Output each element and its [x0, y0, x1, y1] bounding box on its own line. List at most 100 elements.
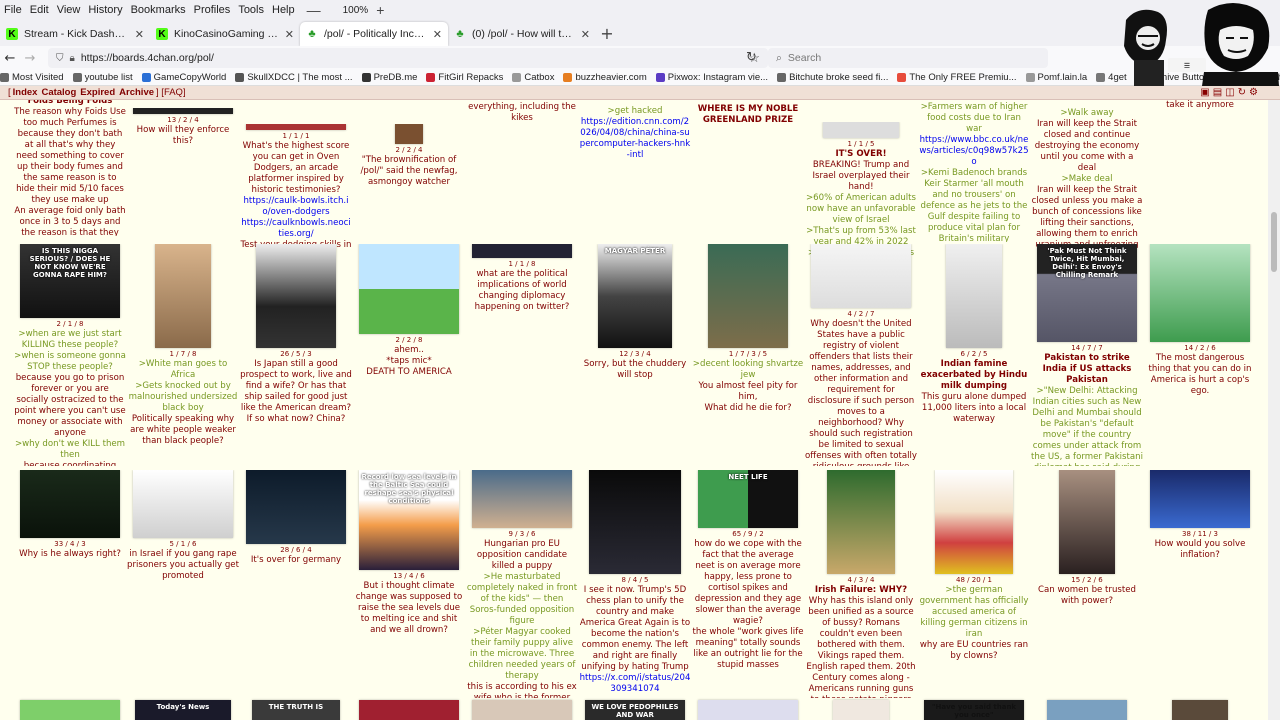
catalog-thread[interactable]: 13 / 2 / 4 How will they enforce this?: [127, 108, 239, 248]
thread-thumbnail[interactable]: [1059, 470, 1115, 574]
catalog-thread[interactable]: 26 / 5 / 3 Is Japan still a good prospect…: [240, 244, 352, 466]
catalog-thread[interactable]: 1 / 1 / 1 What's the highest score you ca…: [240, 124, 352, 264]
thread-thumbnail[interactable]: [155, 244, 211, 348]
tab-kinocasino[interactable]: K KinoCasinoGaming - Watch the ✕: [150, 22, 300, 46]
menu-tools[interactable]: Tools: [234, 4, 268, 16]
thread-thumbnail[interactable]: [472, 244, 572, 258]
thread-thumbnail[interactable]: Record low sea levels in the Baltic Sea …: [359, 470, 459, 570]
tab-pol-thread[interactable]: ♣ (0) /pol/ - How will they enforce ✕: [448, 22, 596, 46]
menu-edit[interactable]: Edit: [26, 4, 53, 16]
menu-file[interactable]: File: [0, 4, 26, 16]
menu-help[interactable]: Help: [268, 4, 299, 16]
nav-link-archive[interactable]: Archive: [119, 87, 154, 98]
thread-thumbnail[interactable]: 'Pak Must Not Think Twice, Hit Mumbai, D…: [1037, 244, 1137, 342]
thread-thumbnail[interactable]: IS THIS NIGGA SERIOUS? / DOES HE NOT KNO…: [20, 244, 120, 318]
thread-thumbnail[interactable]: [246, 470, 346, 544]
nav-link-faq[interactable]: FAQ: [164, 87, 183, 98]
menu-bookmarks[interactable]: Bookmarks: [127, 4, 190, 16]
thread-thumbnail[interactable]: THE TRUTH IS: [252, 700, 340, 720]
catalog-thread[interactable]: 5 / 1 / 6 in Israel if you gang rape pris…: [127, 470, 239, 698]
bookmark-item[interactable]: youtube list: [72, 72, 133, 83]
nav-link-expired[interactable]: Expired: [80, 87, 115, 98]
thread-thumbnail[interactable]: [935, 470, 1013, 574]
catalog-thread[interactable]: >Walk away Iran will keep the Strait clos…: [1031, 108, 1143, 248]
menu-history[interactable]: History: [84, 4, 126, 16]
bookmark-item[interactable]: Pomf.lain.la: [1025, 72, 1087, 83]
shield-icon[interactable]: ⛉: [56, 53, 64, 64]
thread-thumbnail[interactable]: Today's News: [135, 700, 231, 720]
search-input[interactable]: ⌕ Search: [768, 48, 1048, 68]
thread-thumbnail[interactable]: [1150, 470, 1250, 528]
catalog-thread[interactable]: Record low sea levels in the Baltic Sea …: [353, 470, 465, 698]
thread-thumbnail[interactable]: [472, 470, 572, 528]
catalog-thread[interactable]: 1 / 1 / 8 what are the political implicat…: [466, 244, 578, 466]
thread-thumbnail[interactable]: [133, 108, 233, 114]
bookmark-item[interactable]: Pixwox: Instagram vie...: [655, 72, 768, 83]
address-bar[interactable]: ⛉ 🔒︎ https://boards.4chan.org/pol/ ☆: [48, 48, 768, 68]
catalog-thread[interactable]: >get hacked https://edition.cnn.com/2026/…: [579, 106, 691, 246]
thread-thumbnail[interactable]: [1150, 244, 1250, 342]
catalog-thread[interactable]: 33 / 4 / 3 Why is he always right?: [14, 470, 126, 698]
bookmark-item[interactable]: buzzheavier.com: [563, 72, 647, 83]
tab-kick-dashboard[interactable]: K Stream - Kick Dashboard ✕: [0, 22, 150, 46]
bookmark-item[interactable]: Most Visited: [0, 72, 64, 83]
catalog-thread[interactable]: 38 / 11 / 3 How would you solve inflation…: [1144, 470, 1256, 698]
thread-thumbnail[interactable]: [133, 470, 233, 538]
reload-icon[interactable]: ↻: [746, 50, 757, 65]
thread-thumbnail[interactable]: [20, 470, 120, 538]
bookmark-item[interactable]: Catbox: [512, 72, 554, 83]
settings-icon[interactable]: ⚙: [1249, 87, 1258, 98]
nav-link-catalog[interactable]: Catalog: [41, 87, 76, 98]
thread-thumbnail[interactable]: [823, 122, 899, 138]
thread-thumbnail[interactable]: [827, 470, 895, 574]
catalog-thread[interactable]: Foids Being Foids The reason why Foids Us…: [14, 100, 126, 236]
thread-thumbnail[interactable]: WE LOVE PEDOPHILES AND WAR: [585, 700, 685, 720]
thread-thumbnail[interactable]: [395, 124, 423, 144]
thread-thumbnail[interactable]: NEET LIFE: [698, 470, 798, 528]
catalog-thread[interactable]: WHERE IS MY NOBLE GREENLAND PRIZE: [692, 104, 804, 244]
bookmark-item[interactable]: Bitchute broke seed fi...: [777, 72, 888, 83]
bookmark-item[interactable]: SkullXDCC | The most ...: [235, 72, 353, 83]
thread-thumbnail[interactable]: [359, 244, 459, 334]
catalog-thread[interactable]: NEET LIFE 65 / 9 / 2 how do we cope with t…: [692, 470, 804, 698]
thread-thumbnail[interactable]: [359, 700, 459, 720]
thread-link[interactable]: https://caulknbowls.neocities.org/: [240, 218, 352, 240]
thread-thumbnail[interactable]: [833, 700, 889, 720]
catalog-thread[interactable]: 8 / 4 / 5I see it now. Trump's 5D chess …: [579, 470, 691, 698]
close-icon[interactable]: ✕: [581, 28, 590, 41]
bookmark-item[interactable]: GameCopyWorld: [141, 72, 226, 83]
thread-thumbnail[interactable]: [708, 244, 788, 348]
thread-thumbnail[interactable]: [246, 124, 346, 130]
close-icon[interactable]: ✕: [433, 28, 442, 41]
catalog-thread[interactable]: 14 / 2 / 6 The most dangerous thing that …: [1144, 244, 1256, 466]
thread-thumbnail[interactable]: [1172, 700, 1228, 720]
nav-link-index[interactable]: Index: [13, 87, 38, 98]
catalog-thread[interactable]: 9 / 3 / 6 Hungarian pro EU opposition can…: [466, 470, 578, 698]
refresh-icon[interactable]: ↻: [1238, 87, 1246, 98]
thread-link[interactable]: https://x.com/i/status/204309341074: [579, 673, 691, 695]
catalog-thread[interactable]: 15 / 2 / 6 Can women be trusted with powe…: [1031, 470, 1143, 698]
catalog-thread[interactable]: 'Pak Must Not Think Twice, Hit Mumbai, D…: [1031, 244, 1143, 466]
catalog-thread[interactable]: >Farmers warn of higher food costs due t…: [918, 102, 1030, 242]
menu-view[interactable]: View: [53, 4, 85, 16]
thread-thumbnail[interactable]: [256, 244, 336, 348]
tab-pol-catalog[interactable]: ♣ /pol/ - Politically Incorrect - 4ch ✕: [300, 22, 448, 46]
catalog-thread[interactable]: take it anymore: [1144, 100, 1256, 240]
catalog-thread[interactable]: 1 / 7 / 3 / 5 >decent looking shvartze je…: [692, 244, 804, 466]
forward-icon[interactable]: →: [20, 51, 40, 66]
thread-thumbnail[interactable]: MAGYAR PÉTER: [598, 244, 672, 348]
zoom-in-button[interactable]: +: [376, 2, 384, 18]
catalog-thread[interactable]: 48 / 20 / 1 >the german government has of…: [918, 470, 1030, 698]
back-icon[interactable]: ←: [0, 51, 20, 66]
catalog-thread[interactable]: MAGYAR PÉTER 12 / 3 / 4 Sorry, but the chu…: [579, 244, 691, 466]
bookmark-item[interactable]: FitGirl Repacks: [426, 72, 503, 83]
close-icon[interactable]: ✕: [285, 28, 294, 41]
scrollbar-thumb[interactable]: [1271, 212, 1277, 272]
thread-thumbnail[interactable]: [698, 700, 798, 720]
image-icon[interactable]: ▣: [1200, 87, 1209, 98]
catalog-thread[interactable]: 6 / 2 / 5 Indian famine exacerbated by Hi…: [918, 244, 1030, 466]
zoom-out-button[interactable]: —: [307, 2, 321, 18]
catalog-thread[interactable]: 28 / 6 / 4 It's over for germany: [240, 470, 352, 698]
bookmark-item[interactable]: The Only FREE Premiu...: [897, 72, 1017, 83]
thread-thumbnail[interactable]: [472, 700, 572, 720]
